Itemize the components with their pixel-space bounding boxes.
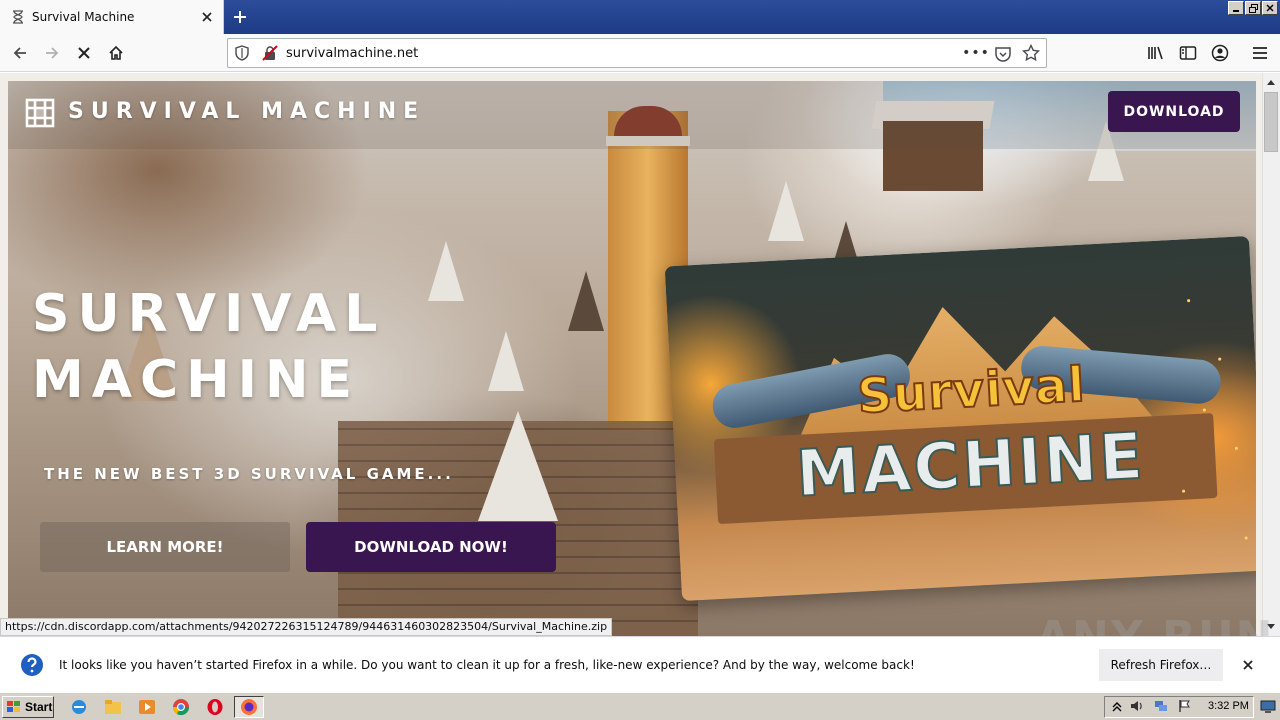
- browser-tab[interactable]: Survival Machine: [0, 0, 224, 34]
- page-actions-menu-icon[interactable]: •••: [962, 44, 989, 62]
- notification-close-icon[interactable]: [1238, 655, 1258, 675]
- spark-particle: [1218, 357, 1222, 361]
- spark-particle: [1234, 446, 1239, 450]
- tracking-shield-icon[interactable]: [234, 45, 250, 61]
- close-window-button[interactable]: [1262, 1, 1278, 15]
- logo-icon[interactable]: [22, 95, 58, 131]
- stop-x-icon: [78, 47, 90, 59]
- question-circle-icon: [21, 654, 43, 676]
- taskbar-clock[interactable]: 3:32 PM: [1208, 700, 1249, 712]
- tab-title: Survival Machine: [32, 10, 135, 24]
- back-button[interactable]: [6, 39, 34, 67]
- show-desktop-icon[interactable]: [1260, 698, 1276, 714]
- scroll-up-arrow-icon[interactable]: [1264, 75, 1278, 89]
- page-scrollbar[interactable]: [1262, 73, 1280, 636]
- account-button[interactable]: [1206, 39, 1234, 67]
- action-center-flag-icon[interactable]: [1178, 699, 1192, 713]
- tray-expand-icon[interactable]: [1110, 699, 1124, 713]
- library-button[interactable]: [1142, 39, 1170, 67]
- account-icon: [1211, 44, 1229, 62]
- download-now-button[interactable]: DOWNLOAD NOW!: [306, 522, 556, 572]
- app-menu-button[interactable]: [1246, 39, 1274, 67]
- snowy-tree: [488, 331, 524, 391]
- window-controls: [1228, 1, 1278, 15]
- spark-particle: [1187, 299, 1191, 303]
- pine-tree: [568, 271, 604, 331]
- home-button[interactable]: [102, 39, 130, 67]
- sidebar-icon: [1179, 46, 1197, 60]
- windows-flag-icon: [7, 701, 20, 712]
- site-header: SURVIVAL MACHINE DOWNLOAD: [8, 81, 1256, 149]
- scroll-thumb[interactable]: [1264, 92, 1278, 152]
- scroll-down-arrow-icon[interactable]: [1264, 620, 1278, 634]
- hamburger-menu-icon: [1253, 47, 1267, 59]
- restore-button[interactable]: [1245, 1, 1261, 15]
- insecure-lock-icon[interactable]: [262, 45, 278, 61]
- browser-titlebar: Survival Machine: [0, 0, 1280, 34]
- media-player-icon[interactable]: [138, 698, 156, 716]
- forward-button[interactable]: [38, 39, 66, 67]
- hero-title-line2: MACHINE: [32, 350, 361, 410]
- hero-title-line1: SURVIVAL: [32, 284, 386, 344]
- back-arrow-icon: [13, 47, 26, 59]
- hero-section: SURVIVAL MACHINE DOWNLOAD SURVIVAL MACHI…: [8, 81, 1256, 636]
- tab-close-icon[interactable]: [197, 7, 217, 27]
- pocket-icon[interactable]: [994, 45, 1012, 63]
- spark-particle: [1244, 536, 1248, 540]
- spark-particle: [1202, 408, 1206, 412]
- start-button[interactable]: Start: [2, 696, 54, 718]
- refresh-firefox-notification: It looks like you haven’t started Firefo…: [0, 636, 1280, 692]
- learn-more-button[interactable]: LEARN MORE!: [40, 522, 290, 572]
- internet-explorer-icon[interactable]: [70, 698, 88, 716]
- header-download-button[interactable]: DOWNLOAD: [1108, 91, 1240, 132]
- address-bar[interactable]: survivalmachine.net •••: [227, 38, 1047, 68]
- forward-arrow-icon: [46, 47, 59, 59]
- file-explorer-icon[interactable]: [104, 698, 122, 716]
- chrome-icon[interactable]: [172, 698, 190, 716]
- opera-icon[interactable]: [206, 698, 224, 716]
- network-icon[interactable]: [1154, 699, 1168, 713]
- snowy-tree: [768, 181, 804, 241]
- library-icon: [1148, 46, 1163, 60]
- hero-subtitle: THE NEW BEST 3D SURVIVAL GAME...: [44, 465, 454, 483]
- page-viewport: SURVIVAL MACHINE DOWNLOAD SURVIVAL MACHI…: [0, 73, 1262, 636]
- start-label: Start: [25, 700, 53, 714]
- site-logo-text[interactable]: SURVIVAL MACHINE: [68, 99, 425, 124]
- sidebar-button[interactable]: [1174, 39, 1202, 67]
- volume-icon[interactable]: [1130, 699, 1144, 713]
- bookmark-star-icon[interactable]: [1022, 44, 1040, 62]
- refresh-firefox-button[interactable]: Refresh Firefox…: [1099, 649, 1223, 681]
- snowy-tree: [478, 411, 558, 521]
- link-status-overlay: https://cdn.discordapp.com/attachments/9…: [0, 618, 613, 636]
- url-text[interactable]: survivalmachine.net: [286, 46, 418, 61]
- notification-message: It looks like you haven’t started Firefo…: [59, 658, 915, 672]
- hero-title: SURVIVAL MACHINE: [32, 281, 452, 413]
- firefox-icon[interactable]: [240, 698, 258, 716]
- game-logo-artwork: Survival MACHINE: [664, 235, 1256, 602]
- home-icon: [109, 45, 123, 60]
- navigation-toolbar: survivalmachine.net •••: [0, 34, 1280, 72]
- stop-button[interactable]: [70, 39, 98, 67]
- windows-taskbar: Start 3:32 PM: [0, 692, 1280, 720]
- new-tab-button[interactable]: [228, 5, 252, 29]
- hourglass-icon: [10, 9, 26, 25]
- minimize-button[interactable]: [1228, 1, 1244, 15]
